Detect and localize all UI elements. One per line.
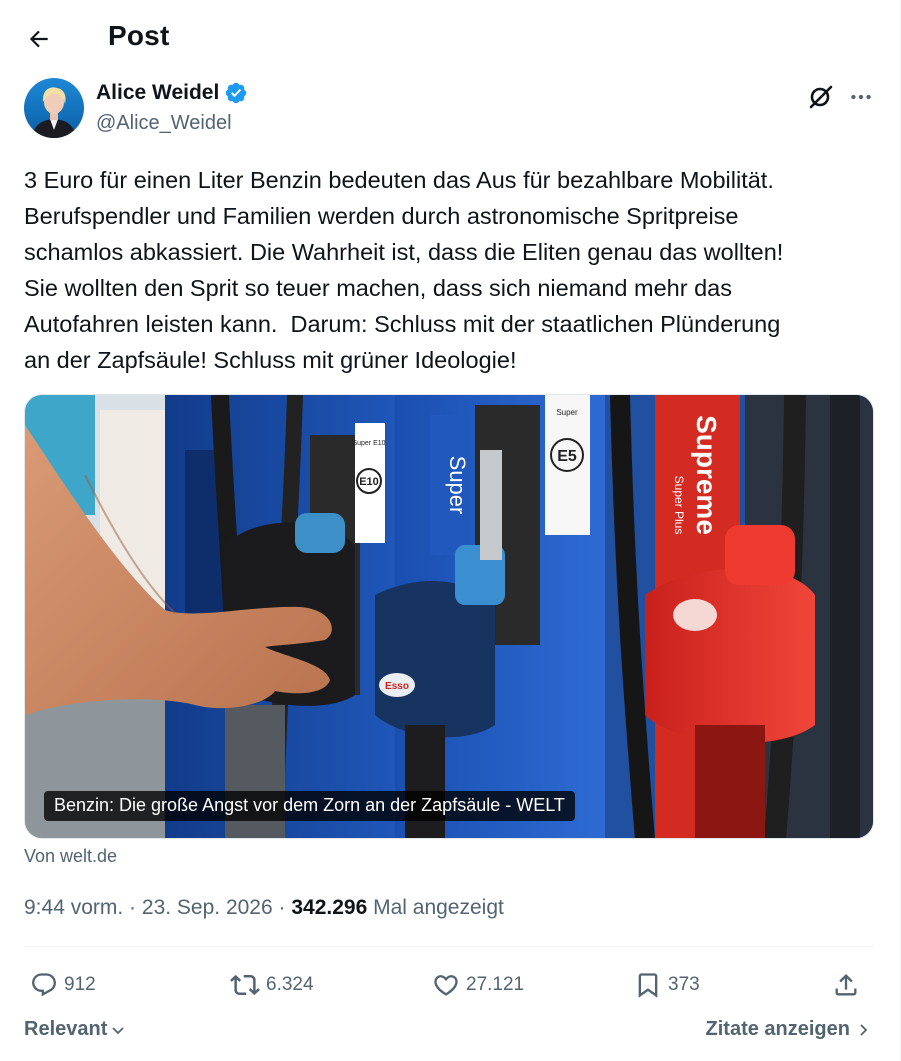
divider xyxy=(24,946,874,947)
sort-label: Relevant xyxy=(24,1018,108,1040)
author-row: Alice Weidel @Alice_Weidel xyxy=(24,78,876,140)
card-caption: Benzin: Die große Angst vor dem Zorn an … xyxy=(44,791,575,821)
views-label: Mal angezeigt xyxy=(367,896,504,919)
top-bar: Post xyxy=(0,0,900,76)
name-row: Alice Weidel xyxy=(96,81,248,105)
avatar[interactable] xyxy=(24,78,84,138)
pump-label-e10: E10 xyxy=(359,476,379,488)
more-dots-icon xyxy=(851,94,871,100)
pump-label-e5: E5 xyxy=(557,448,577,465)
meta-separator: · xyxy=(123,896,142,919)
replies-header: Relevant Zitate anzeigen xyxy=(24,1016,876,1046)
more-options-button[interactable] xyxy=(844,80,878,114)
sort-dropdown[interactable]: Relevant xyxy=(24,1018,126,1041)
page-title: Post xyxy=(108,20,170,51)
meta-separator-2: · xyxy=(272,896,292,919)
repost-count: 6.324 xyxy=(266,974,314,995)
view-count: 342.296 xyxy=(291,896,368,919)
share-icon xyxy=(835,974,857,996)
reply-icon xyxy=(32,973,56,997)
view-quotes-link[interactable]: Zitate anzeigen xyxy=(706,1018,870,1041)
brand-label-supreme: Supreme xyxy=(691,415,722,535)
back-button[interactable] xyxy=(22,22,56,56)
heart-icon xyxy=(434,975,458,996)
action-bar: 912 6.324 27.121 373 xyxy=(24,964,876,1006)
like-button[interactable]: 27.121 xyxy=(432,964,524,1006)
like-count: 27.121 xyxy=(466,974,525,995)
repost-button[interactable]: 6.324 xyxy=(230,964,314,1006)
post-page: Post Alice Weidel @Alice_Weidel 3 Euro f… xyxy=(0,0,901,1061)
user-handle[interactable]: @Alice_Weidel xyxy=(96,112,232,135)
pump-label-super-small: Super xyxy=(556,408,578,417)
card-source[interactable]: Von welt.de xyxy=(24,846,117,867)
chevron-right-icon xyxy=(860,1023,868,1036)
pump-label-super-e10: Super E10 xyxy=(352,440,385,447)
verified-badge-icon xyxy=(226,82,247,104)
brand-label-super-plus: Super Plus xyxy=(672,476,686,535)
reply-button[interactable]: 912 xyxy=(30,964,96,1006)
repost-icon xyxy=(230,974,260,996)
grok-icon xyxy=(809,85,833,109)
post-date[interactable]: 23. Sep. 2026 xyxy=(142,896,273,920)
post-meta: 9:44 vorm. · 23. Sep. 2026 · 342.296 Mal… xyxy=(24,896,504,920)
chevron-down-icon xyxy=(112,1026,125,1034)
display-name[interactable]: Alice Weidel xyxy=(96,81,219,105)
bookmark-icon xyxy=(638,973,658,998)
bookmark-button[interactable]: 373 xyxy=(634,964,700,1006)
share-button[interactable] xyxy=(832,964,860,1006)
arrow-left-icon xyxy=(29,30,48,48)
pump-label-super: Super xyxy=(445,456,470,515)
link-card[interactable]: E10 Super E10 Super E5 Super Supreme Sup… xyxy=(24,394,874,839)
quotes-label: Zitate anzeigen xyxy=(705,1018,850,1040)
grok-button[interactable] xyxy=(804,80,838,114)
tweet-text: 3 Euro für einen Liter Benzin bedeuten d… xyxy=(24,167,784,373)
esso-logo-text: Esso xyxy=(385,681,409,692)
fuel-pump-photo: E10 Super E10 Super E5 Super Supreme Sup… xyxy=(25,395,873,838)
reply-count: 912 xyxy=(64,974,96,995)
post-time[interactable]: 9:44 vorm. xyxy=(24,896,123,920)
bookmark-count: 373 xyxy=(668,974,700,995)
